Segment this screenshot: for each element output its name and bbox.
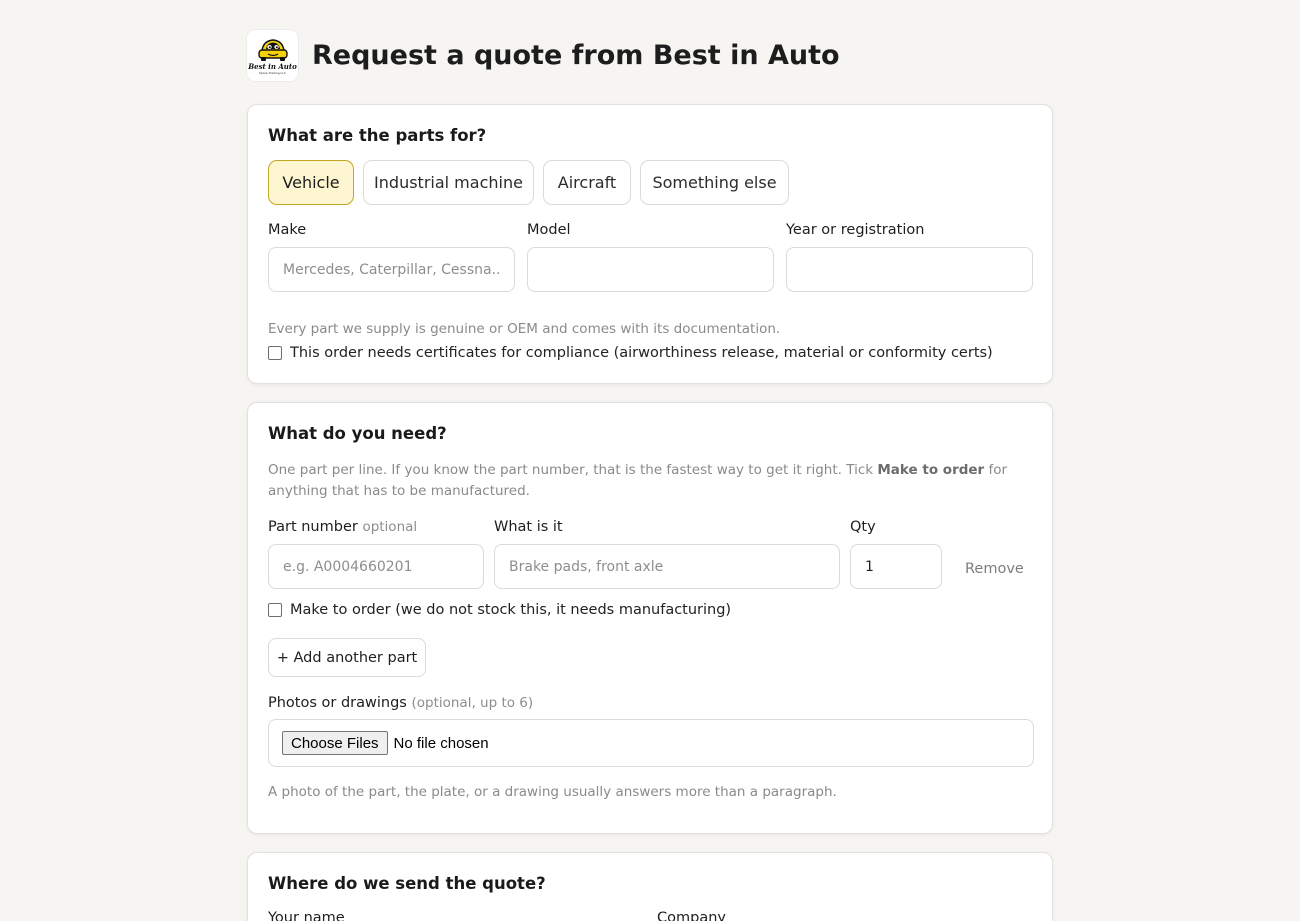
remove-part-button[interactable]: Remove: [965, 561, 1024, 577]
photos-label: Photos or drawings (optional, up to 6): [268, 695, 533, 711]
your-name-label: Your name: [268, 910, 345, 921]
photos-help-text: A photo of the part, the plate, or a dra…: [268, 784, 837, 800]
quote-page: Best in Auto Spare Trading LLC Request a…: [0, 0, 1300, 921]
needs-help-text: One part per line. If you know the part …: [268, 460, 1038, 502]
car-logo-icon: [257, 38, 288, 61]
what-is-it-label: What is it: [494, 519, 563, 535]
model-input[interactable]: [527, 247, 774, 292]
needs-help-bold: Make to order: [877, 462, 985, 478]
brand-logo: Best in Auto Spare Trading LLC: [247, 30, 298, 81]
send-title: Where do we send the quote?: [268, 874, 546, 893]
qty-label: Qty: [850, 519, 876, 535]
photos-optional: (optional, up to 6): [411, 695, 534, 711]
make-to-order-label: Make to order (we do not stock this, it …: [290, 602, 732, 618]
year-label: Year or registration: [786, 222, 925, 238]
parts-for-card: What are the parts for? Vehicle Industri…: [247, 104, 1053, 384]
logo-subtext: Spare Trading LLC: [258, 70, 286, 75]
genuine-parts-note: Every part we supply is genuine or OEM a…: [268, 321, 781, 337]
add-part-button[interactable]: + Add another part: [268, 638, 426, 677]
parts-for-title: What are the parts for?: [268, 126, 487, 145]
year-registration-input[interactable]: [786, 247, 1033, 292]
make-input[interactable]: [268, 247, 515, 292]
company-label: Company: [657, 910, 726, 921]
option-aircraft[interactable]: Aircraft: [543, 160, 631, 205]
option-something-else[interactable]: Something else: [640, 160, 789, 205]
part-number-label-text: Part number: [268, 519, 358, 535]
qty-input[interactable]: [850, 544, 942, 589]
page-header: Best in Auto Spare Trading LLC Request a…: [247, 30, 840, 81]
file-status-text: No file chosen: [393, 734, 489, 752]
certificates-checkbox[interactable]: [268, 346, 282, 360]
send-quote-card: Where do we send the quote? Your name Co…: [247, 852, 1053, 921]
make-to-order-option[interactable]: Make to order (we do not stock this, it …: [268, 602, 731, 618]
certificates-label: This order needs certificates for compli…: [290, 345, 993, 361]
needs-title: What do you need?: [268, 424, 447, 443]
photos-label-text: Photos or drawings: [268, 695, 407, 711]
part-number-optional: optional: [362, 519, 418, 535]
choose-files-button[interactable]: Choose Files: [282, 731, 388, 755]
model-label: Model: [527, 222, 571, 238]
parts-needed-card: What do you need? One part per line. If …: [247, 402, 1053, 834]
part-number-input[interactable]: [268, 544, 484, 589]
what-is-it-input[interactable]: [494, 544, 840, 589]
option-industrial-machine[interactable]: Industrial machine: [363, 160, 534, 205]
needs-help-pre: One part per line. If you know the part …: [268, 462, 878, 478]
photos-file-input[interactable]: Choose Files No file chosen: [268, 719, 1034, 767]
make-to-order-checkbox[interactable]: [268, 603, 282, 617]
certificates-option[interactable]: This order needs certificates for compli…: [268, 345, 993, 361]
make-label: Make: [268, 222, 307, 238]
logo-wordmark: Best in Auto: [248, 61, 297, 71]
part-number-label: Part number optional: [268, 519, 417, 535]
option-vehicle[interactable]: Vehicle: [268, 160, 354, 205]
page-title: Request a quote from Best in Auto: [312, 40, 840, 71]
